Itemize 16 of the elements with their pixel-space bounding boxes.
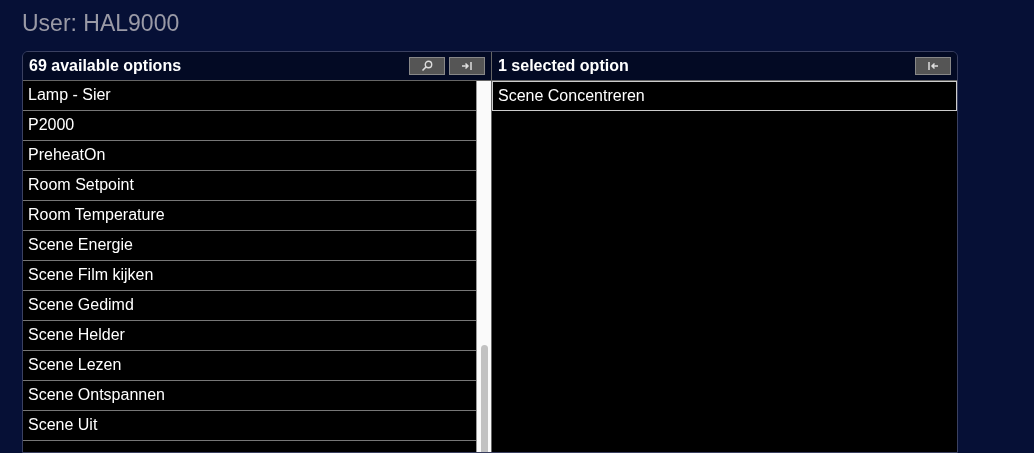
option-item[interactable]: Scene Ontspannen xyxy=(23,381,476,411)
page-title: User: HAL9000 xyxy=(22,9,180,38)
panel-heading: 1 selected option xyxy=(498,57,630,75)
option-item[interactable]: P2000 xyxy=(23,111,476,141)
option-item[interactable]: Scene Lezen xyxy=(23,351,476,381)
panel-heading: 69 available options xyxy=(29,57,183,75)
option-item[interactable]: Scene Energie xyxy=(23,231,476,261)
option-item[interactable]: Scene Uit xyxy=(23,411,476,441)
option-item[interactable]: Scene Concentreren xyxy=(492,81,957,111)
option-item[interactable]: PreheatOn xyxy=(23,141,476,171)
option-item[interactable]: Lamp - Sier xyxy=(23,81,476,111)
option-item[interactable]: Scene Film kijken xyxy=(23,261,476,291)
option-item[interactable]: Room Temperature xyxy=(23,201,476,231)
option-item[interactable]: Room Setpoint xyxy=(23,171,476,201)
option-item[interactable]: Scene Gedimd xyxy=(23,291,476,321)
option-item[interactable]: Scene Helder xyxy=(23,321,476,351)
